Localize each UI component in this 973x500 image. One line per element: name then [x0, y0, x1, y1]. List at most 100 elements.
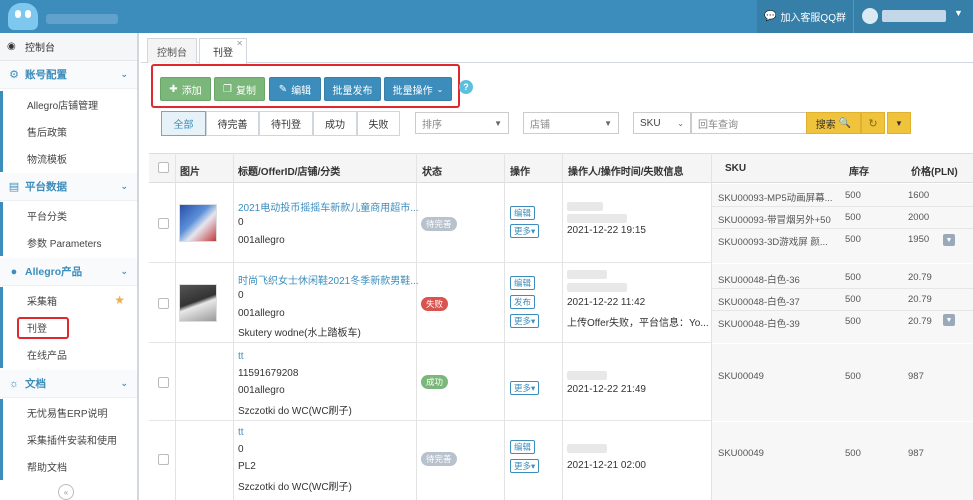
chat-bubble-icon: 💬	[763, 11, 777, 22]
logo-eye-right	[25, 10, 31, 18]
row-checkbox[interactable]	[158, 218, 169, 229]
caret-down-icon: ▼	[494, 118, 502, 128]
sku-stock: 500	[845, 371, 861, 382]
filter-tab-all[interactable]: 全部	[161, 111, 206, 136]
failure-message[interactable]: 上传Offer失败，平台信息：Yo...	[567, 314, 709, 329]
select-all-checkbox[interactable]	[158, 162, 169, 173]
filter-tab-failed[interactable]: 失败	[357, 111, 400, 136]
edit-row-button[interactable]: 编辑	[510, 440, 536, 454]
expand-sku-icon[interactable]: ▼	[943, 234, 955, 246]
product-title-link[interactable]: 时尚飞织女士休闲鞋2021冬季新款男鞋...	[238, 272, 418, 287]
logo-eye-left	[15, 10, 21, 18]
product-title-link[interactable]: 2021电动投币摇摇车新款儿童商用超市...	[238, 199, 418, 214]
sidebar-group-allegro-products[interactable]: ● Allegro产品 ⌄	[0, 258, 137, 286]
sidebar-group-account[interactable]: ⚙ 账号配置 ⌄	[0, 61, 137, 89]
row-checkbox[interactable]	[158, 298, 169, 309]
sidebar-item-label: Allegro店铺管理	[27, 101, 99, 112]
batch-publish-button[interactable]: 批量发布	[324, 77, 381, 101]
sort-select-value: 排序	[422, 119, 442, 131]
operator-blurred	[567, 214, 627, 223]
row-checkbox[interactable]	[158, 454, 169, 465]
category-name: Skutery wodne(水上踏板车)	[238, 328, 361, 339]
edit-row-button[interactable]: 编辑	[510, 276, 536, 290]
sidebar-item-allegro-stores[interactable]: Allegro店铺管理	[0, 91, 137, 118]
more-row-button[interactable]: 更多 ▾	[510, 314, 540, 328]
operator-blurred	[567, 270, 607, 279]
sidebar-item-label: 帮助文档	[27, 463, 67, 474]
store-name: 001allegro	[238, 308, 285, 319]
copy-button[interactable]: ❐ 复制	[214, 77, 265, 101]
sort-select[interactable]: 排序 ▼	[415, 112, 509, 134]
row-checkbox[interactable]	[158, 377, 169, 388]
sidebar-item-help-docs[interactable]: 帮助文档	[0, 453, 137, 480]
gear-icon: ⚙	[9, 69, 19, 81]
product-title-link[interactable]: tt	[238, 427, 418, 438]
sidebar-item-platform-categories[interactable]: 平台分类	[0, 202, 137, 229]
sidebar-item-label: 参数 Parameters	[27, 239, 102, 250]
help-icon[interactable]: ?	[459, 80, 473, 94]
search-button[interactable]: 搜索 🔍	[806, 112, 861, 134]
edit-row-button[interactable]: 编辑	[510, 206, 536, 220]
sku-code: SKU00048-白色-37	[718, 297, 800, 308]
caret-down-icon: ▼	[604, 118, 612, 128]
product-thumbnail[interactable]	[179, 284, 217, 322]
batch-operations-dropdown[interactable]: 批量操作 ⌄	[384, 77, 452, 101]
sku-code: SKU00093-带冒烟另外+50	[718, 215, 831, 226]
filter-tab-pending[interactable]: 待刊登	[259, 111, 313, 136]
sidebar-group-docs[interactable]: ☼ 文档 ⌄	[0, 370, 137, 398]
operation-time: 2021-12-22 11:42	[567, 297, 646, 308]
sidebar-item-dashboard[interactable]: ◉ 控制台	[0, 33, 137, 61]
filter-tab-label: 失败	[368, 120, 389, 131]
expand-sku-icon[interactable]: ▼	[943, 314, 955, 326]
more-row-button[interactable]: 更多 ▾	[510, 224, 540, 238]
sidebar-item-parameters[interactable]: 参数 Parameters	[0, 229, 137, 256]
operator-blurred	[567, 283, 627, 292]
copy-icon: ❐	[223, 83, 232, 95]
sidebar-group-platform-data[interactable]: ▤ 平台数据 ⌄	[0, 173, 137, 201]
top-bar: 💬 加入客服QQ群 ▼	[0, 0, 973, 33]
refresh-button[interactable]: ↻	[861, 112, 885, 134]
sidebar-item-plugin-guide[interactable]: 采集插件安装和使用	[0, 426, 137, 453]
sku-price: 987	[908, 371, 924, 382]
edit-button[interactable]: ✎ 编辑	[269, 77, 321, 101]
username-blurred	[882, 10, 946, 22]
more-label: 更多	[514, 383, 532, 393]
search-field-select[interactable]: SKU ⌄	[633, 112, 691, 134]
filter-tab-label: 全部	[173, 120, 194, 131]
operator-blurred	[567, 444, 607, 453]
more-row-button[interactable]: 更多 ▾	[510, 381, 540, 395]
search-input[interactable]: 回车查询	[691, 112, 807, 134]
filter-tab-incomplete[interactable]: 待完善	[206, 111, 259, 136]
tab-listing[interactable]: 刊登 ✕	[199, 38, 247, 64]
close-icon[interactable]: ✕	[236, 39, 243, 48]
join-qq-group-button[interactable]: 💬 加入客服QQ群	[757, 0, 853, 33]
caret-down-icon: ▾	[531, 315, 536, 326]
more-options-button[interactable]: ▼	[887, 112, 911, 134]
app-logo[interactable]	[8, 3, 38, 30]
product-thumbnail[interactable]	[179, 204, 217, 242]
table-row[interactable]: tt 11591679208 001allegro Szczotki do WC…	[149, 344, 973, 421]
star-icon[interactable]: ★	[114, 293, 125, 307]
table-row[interactable]: 2021电动投币摇摇车新款儿童商用超市... 0 001allegro 待完善 …	[149, 184, 973, 263]
sidebar-item-after-sales[interactable]: 售后政策	[0, 118, 137, 145]
sku-price: 20.79	[908, 272, 932, 283]
product-title-link[interactable]: tt	[238, 351, 418, 362]
sidebar-item-erp-guide[interactable]: 无忧易售ERP说明	[0, 399, 137, 426]
store-name: 001allegro	[238, 385, 285, 396]
add-button[interactable]: ✚ 添加	[160, 77, 211, 101]
more-row-button[interactable]: 更多 ▾	[510, 459, 540, 473]
publish-row-button[interactable]: 发布	[510, 295, 536, 309]
sidebar-item-collection-box[interactable]: 采集箱 ★	[0, 287, 137, 314]
batch-publish-label: 批量发布	[332, 85, 373, 97]
table-row[interactable]: 时尚飞织女士休闲鞋2021冬季新款男鞋... 0 001allegro Skut…	[149, 264, 973, 343]
store-select[interactable]: 店铺 ▼	[523, 112, 619, 134]
tab-dashboard[interactable]: 控制台	[147, 38, 197, 63]
copy-button-label: 复制	[235, 85, 256, 97]
sidebar-item-shipping-templates[interactable]: 物流模板	[0, 145, 137, 172]
table-row[interactable]: tt 0 PL2 Szczotki do WC(WC刷子) 待完善 编辑 更多 ▾…	[149, 422, 973, 500]
collapse-sidebar-button[interactable]: «	[58, 484, 74, 500]
operator-blurred	[567, 202, 603, 211]
sidebar-item-online-products[interactable]: 在线产品	[0, 341, 137, 368]
filter-tab-success[interactable]: 成功	[313, 111, 357, 136]
user-menu[interactable]: ▼	[853, 0, 973, 33]
